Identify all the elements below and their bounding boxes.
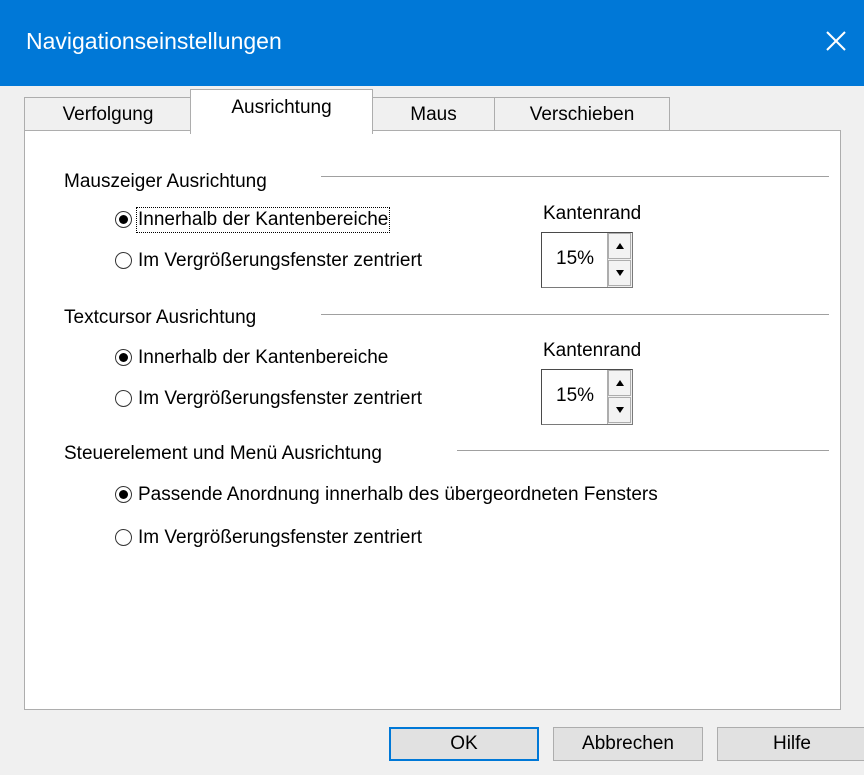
cancel-button-label: Abbrechen [582, 733, 674, 754]
arrow-up-icon [616, 243, 624, 249]
tab-verfolgung[interactable]: Verfolgung [24, 97, 192, 131]
cancel-button[interactable]: Abbrechen [553, 727, 703, 761]
arrow-down-icon [616, 407, 624, 413]
tab-maus[interactable]: Maus [372, 97, 495, 131]
help-button[interactable]: Hilfe [717, 727, 864, 761]
close-icon [826, 31, 846, 51]
tab-label: Maus [410, 104, 457, 125]
text-option-edges-label[interactable]: Innerhalb der Kantenbereiche [138, 347, 388, 369]
control-option-centered-label[interactable]: Im Vergrößerungsfenster zentriert [138, 527, 422, 549]
tab-verschieben[interactable]: Verschieben [494, 97, 670, 131]
ok-button-label: OK [450, 733, 478, 754]
mouse-option-edges-label[interactable]: Innerhalb der Kantenbereiche [135, 207, 391, 233]
spin-down-button[interactable] [608, 397, 631, 423]
group-title-text: Textcursor Ausrichtung [64, 307, 257, 328]
tab-ausrichtung[interactable]: Ausrichtung [190, 89, 373, 134]
control-option-fit-label[interactable]: Passende Anordnung innerhalb des übergeo… [138, 484, 658, 506]
text-option-centered-label[interactable]: Im Vergrößerungsfenster zentriert [138, 388, 422, 410]
arrow-up-icon [616, 380, 624, 386]
arrow-down-icon [616, 270, 624, 276]
mouse-edge-margin-value[interactable]: 15% [556, 248, 594, 270]
help-button-label: Hilfe [772, 733, 811, 754]
text-edge-margin-label: Kantenrand [543, 340, 642, 361]
group-title-control: Steuerelement und Menü Ausrichtung [64, 443, 382, 464]
mouse-option-centered-radio[interactable] [115, 252, 132, 269]
group-divider [321, 314, 829, 315]
text-edge-margin-value[interactable]: 15% [556, 385, 594, 407]
group-title-mouse: Mauszeiger Ausrichtung [64, 171, 267, 192]
tab-panel-ausrichtung: Mauszeiger Ausrichtung Innerhalb der Kan… [24, 130, 841, 710]
tab-bar: Verfolgung Ausrichtung Maus Verschieben [0, 86, 864, 134]
mouse-edge-margin-spinner[interactable]: 15% [541, 232, 633, 288]
tab-label: Ausrichtung [231, 97, 332, 118]
tab-label: Verschieben [529, 104, 635, 125]
close-button[interactable] [818, 23, 854, 59]
mouse-option-edges-radio[interactable] [115, 211, 132, 228]
window-title: Navigationseinstellungen [26, 28, 282, 54]
tab-label: Verfolgung [62, 104, 154, 125]
mouse-edge-margin-label: Kantenrand [543, 203, 642, 224]
group-divider [321, 176, 829, 177]
spin-up-button[interactable] [608, 370, 631, 396]
text-option-centered-radio[interactable] [115, 390, 132, 407]
text-edge-margin-spinner[interactable]: 15% [541, 369, 633, 425]
spin-down-button[interactable] [608, 260, 631, 286]
control-option-centered-radio[interactable] [115, 529, 132, 546]
group-divider [457, 450, 829, 451]
title-bar: Navigationseinstellungen [0, 0, 864, 86]
spin-up-button[interactable] [608, 233, 631, 259]
mouse-option-centered-label[interactable]: Im Vergrößerungsfenster zentriert [138, 250, 422, 272]
text-option-edges-radio[interactable] [115, 349, 132, 366]
ok-button[interactable]: OK [389, 727, 539, 761]
control-option-fit-radio[interactable] [115, 486, 132, 503]
